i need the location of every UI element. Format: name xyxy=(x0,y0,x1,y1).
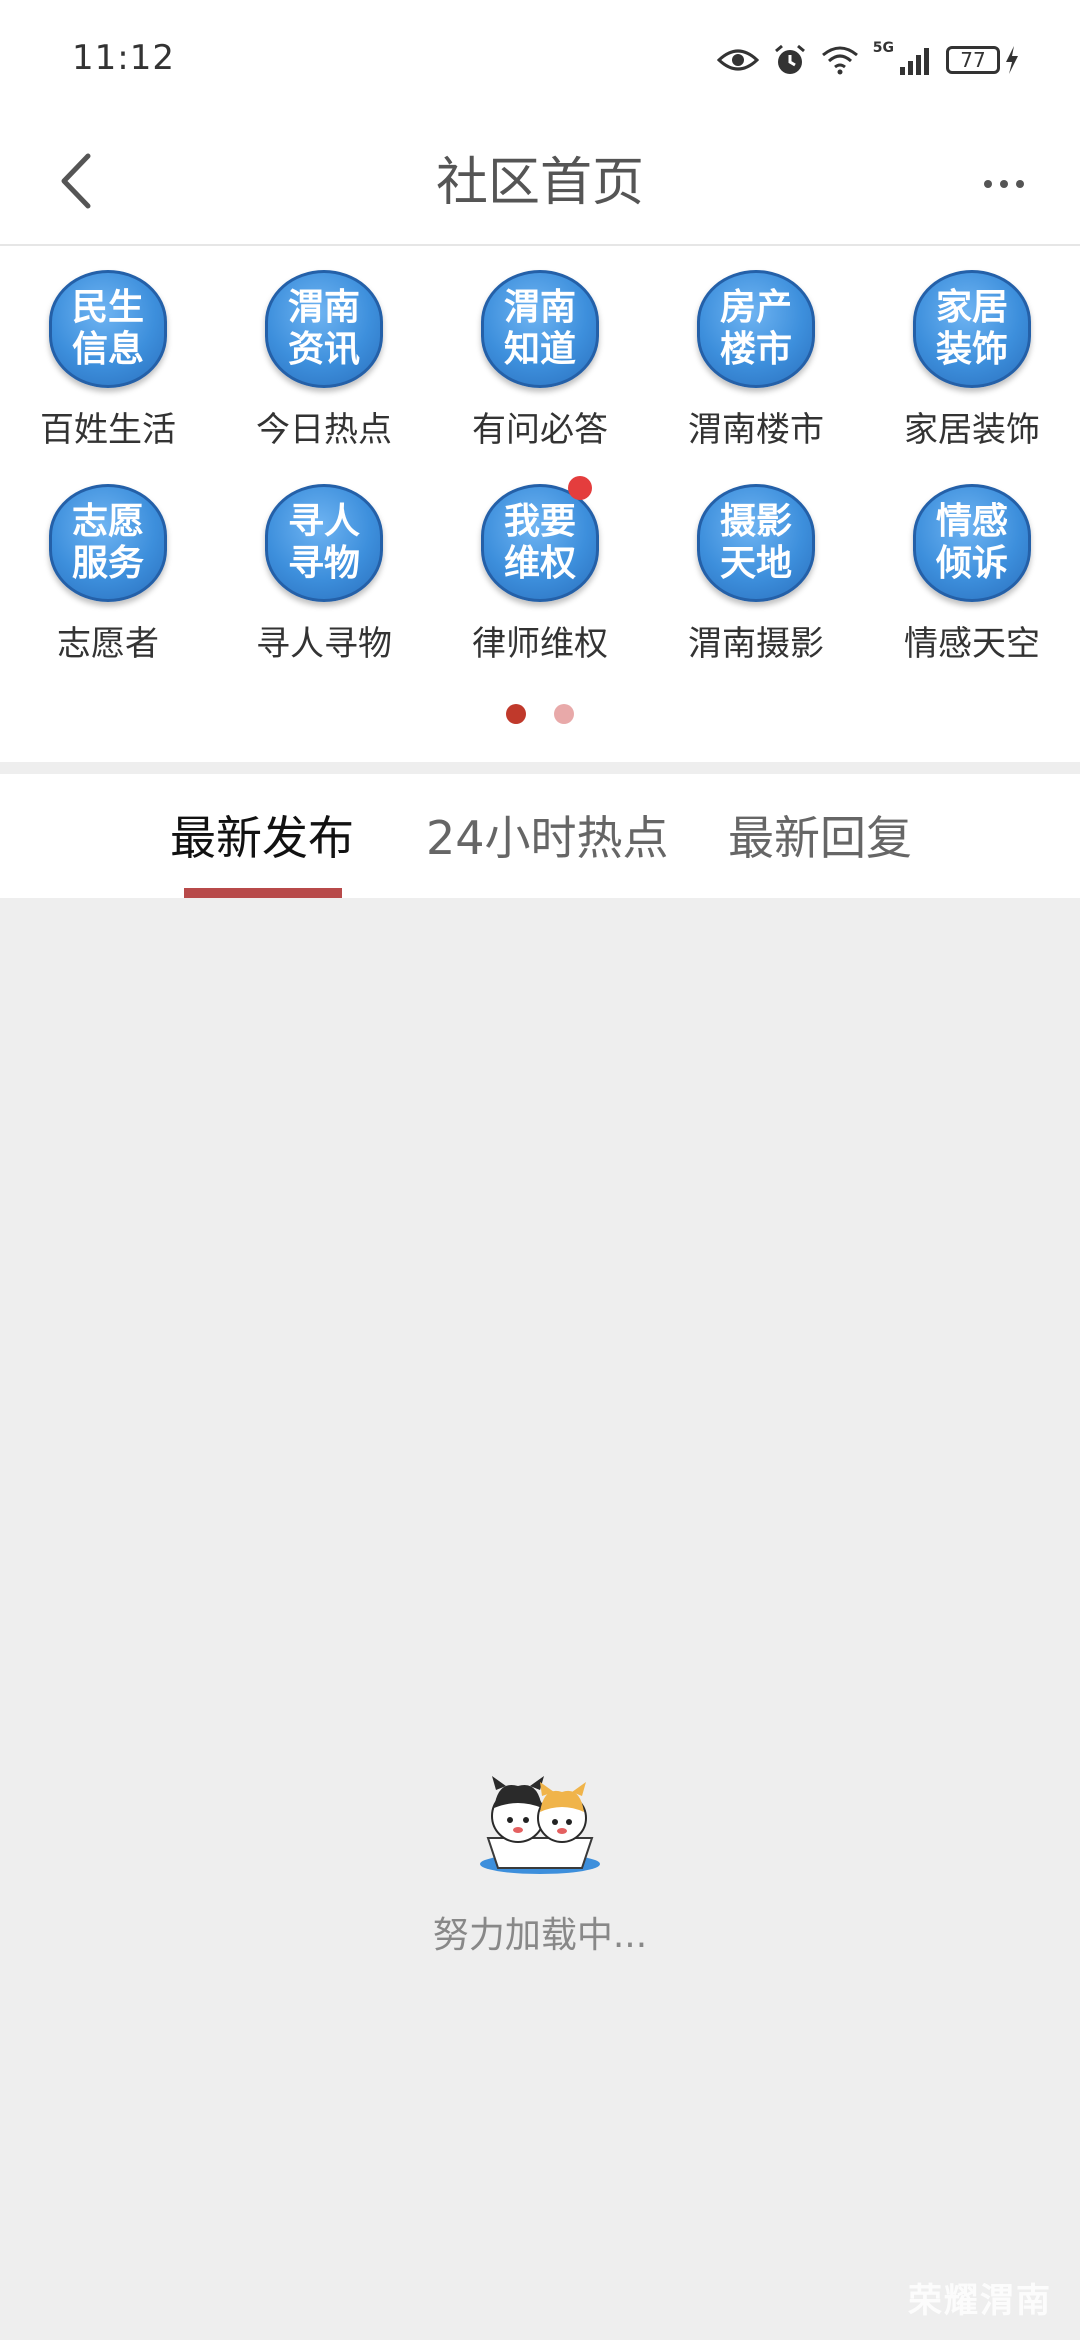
category-tile-icon: 房产 楼市 xyxy=(697,270,815,388)
eye-icon xyxy=(716,49,759,71)
category-label: 有问必答 xyxy=(472,410,608,450)
wifi-icon xyxy=(821,46,858,75)
category-label: 渭南摄影 xyxy=(688,624,824,664)
content-area: 努力加载中... 荣耀渭南 xyxy=(0,898,1080,2340)
category-item-legal-rights[interactable]: 我要 维权 律师维权 xyxy=(432,476,648,698)
category-label: 情感天空 xyxy=(904,624,1040,664)
category-tile-icon: 渭南 资讯 xyxy=(265,270,383,388)
category-tile-text: 房产 楼市 xyxy=(719,287,792,370)
category-item-lost-found[interactable]: 寻人 寻物 寻人寻物 xyxy=(216,484,432,698)
battery-level: 77 xyxy=(946,46,1000,74)
page-dot[interactable] xyxy=(506,704,526,724)
category-grid: 民生 信息 百姓生活 渭南 资讯 今日热点 渭南 知道 有问必答 房产 楼市 渭南楼市 家居 装… xyxy=(0,270,1080,698)
signal-icon xyxy=(900,48,929,75)
more-button[interactable] xyxy=(972,154,1036,214)
category-label: 百姓生活 xyxy=(40,410,176,450)
tab-latest-replies[interactable]: 最新回复 xyxy=(728,802,912,868)
category-tile-icon: 情感 倾诉 xyxy=(913,484,1031,602)
battery-icon: 77 xyxy=(946,46,1020,74)
status-icons: 5G 77 xyxy=(716,40,1020,80)
active-tab-indicator xyxy=(184,888,342,898)
category-tile-icon: 摄影 天地 xyxy=(697,484,815,602)
category-item-real-estate[interactable]: 房产 楼市 渭南楼市 xyxy=(648,270,864,484)
page-title: 社区首页 xyxy=(435,153,644,213)
page-indicator xyxy=(0,704,1080,724)
category-grid-section: 民生 信息 百姓生活 渭南 资讯 今日热点 渭南 知道 有问必答 房产 楼市 渭南楼市 家居 装… xyxy=(0,246,1080,762)
loading-mascot-icon xyxy=(480,1776,600,1874)
category-tile-text: 家居 装饰 xyxy=(935,287,1008,370)
category-item-volunteer[interactable]: 志愿 服务 志愿者 xyxy=(0,484,216,698)
category-tile-icon: 家居 装饰 xyxy=(913,270,1031,388)
status-bar: 11:12 5G 77 xyxy=(0,0,1080,120)
page-dot[interactable] xyxy=(554,704,574,724)
category-tile-icon: 民生 信息 xyxy=(49,270,167,388)
category-label: 寻人寻物 xyxy=(256,624,392,664)
watermark-logo: 荣耀渭南 xyxy=(908,2281,1052,2321)
alarm-icon xyxy=(774,44,805,74)
more-dots-icon xyxy=(1016,180,1024,188)
category-tile-text: 我要 维权 xyxy=(503,501,576,584)
more-dots-icon xyxy=(1000,180,1008,188)
category-tile-text: 寻人 寻物 xyxy=(287,501,360,584)
category-tile-text: 民生 信息 xyxy=(71,287,144,370)
category-label: 渭南楼市 xyxy=(688,410,824,450)
network-type: 5G xyxy=(872,40,894,56)
category-label: 律师维权 xyxy=(472,624,608,664)
category-tile-icon: 志愿 服务 xyxy=(49,484,167,602)
loading-text: 努力加载中... xyxy=(432,1915,648,1956)
category-tile-text: 渭南 知道 xyxy=(503,287,576,370)
category-label: 今日热点 xyxy=(256,410,392,450)
category-tile-text: 志愿 服务 xyxy=(71,501,144,584)
tab-latest-posts[interactable]: 最新发布 xyxy=(170,802,354,868)
category-label: 志愿者 xyxy=(57,624,159,664)
category-tile-icon: 渭南 知道 xyxy=(481,270,599,388)
category-tile-icon: 寻人 寻物 xyxy=(265,484,383,602)
more-dots-icon xyxy=(984,180,992,188)
category-item-home-decor[interactable]: 家居 装饰 家居装饰 xyxy=(864,270,1080,484)
category-item-livelihood[interactable]: 民生 信息 百姓生活 xyxy=(0,270,216,484)
category-item-weinan-qa[interactable]: 渭南 知道 有问必答 xyxy=(432,270,648,484)
category-item-photography[interactable]: 摄影 天地 渭南摄影 xyxy=(648,484,864,698)
category-item-weinan-news[interactable]: 渭南 资讯 今日热点 xyxy=(216,270,432,484)
category-tile-text: 情感 倾诉 xyxy=(935,501,1008,584)
category-tile-text: 摄影 天地 xyxy=(719,501,792,584)
category-tile-icon: 我要 维权 xyxy=(481,484,599,602)
category-label: 家居装饰 xyxy=(904,410,1040,450)
tab-24h-hot[interactable]: 24小时热点 xyxy=(426,802,669,868)
nav-bar: 社区首页 xyxy=(0,120,1080,246)
category-item-emotions[interactable]: 情感 倾诉 情感天空 xyxy=(864,484,1080,698)
tab-bar: 最新发布 24小时热点 最新回复 xyxy=(0,774,1080,898)
category-tile-text: 渭南 资讯 xyxy=(287,287,360,370)
status-time: 11:12 xyxy=(72,38,175,78)
notification-dot xyxy=(568,476,592,500)
charging-icon xyxy=(1006,46,1018,74)
